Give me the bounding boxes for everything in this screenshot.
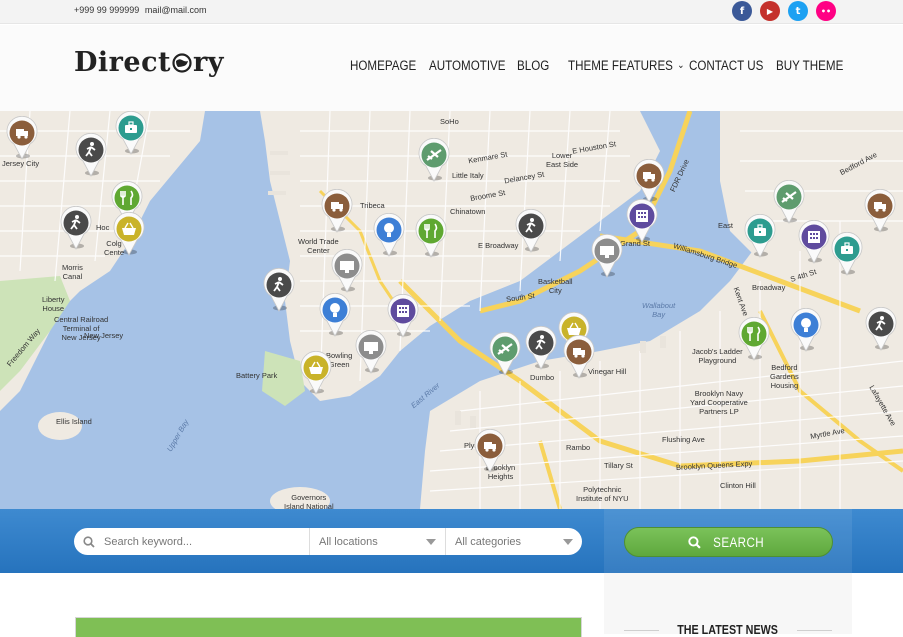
map-marker-building-icon[interactable] xyxy=(625,198,659,243)
flickr-icon[interactable]: •• xyxy=(816,1,836,21)
social-links: f ▶ t •• xyxy=(732,1,836,21)
nav-contact-us[interactable]: CONTACT US xyxy=(689,58,764,73)
map-label: Governors Island National xyxy=(284,493,334,509)
map-marker-plane-icon[interactable] xyxy=(488,331,522,376)
map-label: E Broadway xyxy=(478,241,519,250)
map-marker-case-icon[interactable] xyxy=(743,213,777,258)
map-marker-bulb-icon[interactable] xyxy=(372,212,406,257)
map-marker-bulb-icon[interactable] xyxy=(789,307,823,352)
map-marker-truck-icon[interactable] xyxy=(5,115,39,160)
map-marker-walk-icon[interactable] xyxy=(59,205,93,250)
map-marker-walk-icon[interactable] xyxy=(262,267,296,312)
featured-banner xyxy=(75,617,582,637)
map-marker-plane-icon[interactable] xyxy=(772,179,806,224)
map-marker-plane-icon[interactable] xyxy=(417,137,451,182)
map-label: Ellis Island xyxy=(56,417,92,426)
map-marker-screen-icon[interactable] xyxy=(354,329,388,374)
map-label: Tillary St xyxy=(604,461,633,470)
globe-icon xyxy=(172,52,192,73)
map-label: Flushing Ave xyxy=(662,435,705,444)
map-marker-fork-icon[interactable] xyxy=(414,213,448,258)
map-marker-fork-icon[interactable] xyxy=(737,316,771,361)
map-marker-truck-icon[interactable] xyxy=(562,334,596,379)
map-label: Brooklyn Navy Yard Cooperative Partners … xyxy=(690,389,748,416)
logo-text-right: ry xyxy=(193,47,224,78)
map-marker-case-icon[interactable] xyxy=(830,231,864,276)
map-label: Liberty House xyxy=(42,295,65,313)
map-label: Basketball City xyxy=(538,277,573,295)
map-label: Wallabout Bay xyxy=(642,301,676,319)
map-label: Polytechnic Institute of NYU xyxy=(576,485,629,503)
content-area: THE LATEST NEWS xyxy=(0,573,903,637)
search-input[interactable]: Search keyword... xyxy=(104,528,310,555)
site-header: Direct ry HOMEPAGE AUTOMOTIVE BLOG THEME… xyxy=(0,25,903,111)
map-label: Dumbo xyxy=(530,373,555,382)
logo-text-left: Direct xyxy=(74,47,171,78)
search-icon xyxy=(74,535,104,548)
map-marker-walk-icon[interactable] xyxy=(514,208,548,253)
divider xyxy=(624,629,660,631)
map-label: Broadway xyxy=(752,283,786,292)
map-marker-basket-icon[interactable] xyxy=(112,211,146,256)
map-label: Morris Canal xyxy=(62,263,83,281)
facebook-icon[interactable]: f xyxy=(732,1,752,21)
email-address[interactable]: mail@mail.com xyxy=(145,5,207,15)
map-label: Jersey City xyxy=(2,159,40,168)
map-marker-building-icon[interactable] xyxy=(797,219,831,264)
phone-number: +999 99 999999 xyxy=(74,5,140,15)
map-label: East xyxy=(718,221,734,230)
search-form: Search keyword... All locations All cate… xyxy=(74,528,582,555)
category-select[interactable]: All categories xyxy=(446,528,582,555)
map-marker-truck-icon[interactable] xyxy=(473,428,507,473)
youtube-icon[interactable]: ▶ xyxy=(760,1,780,21)
map-label: Bedford Gardens Housing xyxy=(770,363,799,390)
nav-automotive[interactable]: AUTOMOTIVE xyxy=(429,58,506,73)
divider xyxy=(796,629,833,631)
chevron-down-icon xyxy=(563,538,573,545)
map-label: New Jersey xyxy=(84,331,124,340)
map-label: Rambo xyxy=(566,443,591,452)
search-placeholder: Search keyword... xyxy=(104,535,193,548)
search-icon xyxy=(688,535,702,549)
search-button[interactable]: SEARCH xyxy=(624,527,833,557)
contact-info: +999 99 999999 mail@mail.com xyxy=(74,5,210,15)
map-marker-case-icon[interactable] xyxy=(114,111,148,155)
map-marker-walk-icon[interactable] xyxy=(864,306,898,351)
map-marker-building-icon[interactable] xyxy=(386,293,420,338)
location-select[interactable]: All locations xyxy=(310,528,446,555)
main-nav: HOMEPAGE AUTOMOTIVE BLOG THEME FEATURES ⌄… xyxy=(350,58,856,73)
latest-news-title: THE LATEST NEWS xyxy=(677,623,779,637)
map-marker-screen-icon[interactable] xyxy=(590,233,624,278)
category-value: All categories xyxy=(455,535,522,548)
map-marker-truck-icon[interactable] xyxy=(632,158,666,203)
map-marker-bulb-icon[interactable] xyxy=(318,292,352,337)
map-label: Battery Park xyxy=(236,371,278,380)
map-label: Little Italy xyxy=(452,171,484,180)
map-label: Jacob's Ladder Playground xyxy=(692,347,743,365)
location-value: All locations xyxy=(319,535,378,548)
map-marker-walk-icon[interactable] xyxy=(524,325,558,370)
map-label: Tribeca xyxy=(360,201,385,210)
map-marker-screen-icon[interactable] xyxy=(330,248,364,293)
nav-homepage[interactable]: HOMEPAGE xyxy=(350,58,418,73)
chevron-down-icon xyxy=(426,538,436,545)
nav-buy-theme[interactable]: BUY THEME xyxy=(776,58,845,73)
map-label: SoHo xyxy=(440,117,459,126)
map-label: Clinton Hill xyxy=(720,481,756,490)
top-bar: +999 99 999999 mail@mail.com f ▶ t •• xyxy=(0,0,903,24)
directory-map[interactable]: SoHo Little Italy Lower East Side Tribec… xyxy=(0,111,903,509)
search-button-label: SEARCH xyxy=(713,534,765,550)
twitter-icon[interactable]: t xyxy=(788,1,808,21)
site-logo[interactable]: Direct ry xyxy=(74,47,224,78)
map-marker-walk-icon[interactable] xyxy=(74,132,108,177)
latest-news-heading: THE LATEST NEWS xyxy=(624,623,833,637)
map-marker-basket-icon[interactable] xyxy=(299,350,333,395)
chevron-down-icon: ⌄ xyxy=(677,60,685,71)
nav-theme-features[interactable]: THEME FEATURES ⌄ xyxy=(568,58,684,73)
map-label: Hoc xyxy=(96,223,110,232)
map-marker-truck-icon[interactable] xyxy=(863,188,897,233)
map-label: Chinatown xyxy=(450,207,486,216)
nav-blog[interactable]: BLOG xyxy=(517,58,561,73)
map-marker-truck-icon[interactable] xyxy=(320,188,354,233)
